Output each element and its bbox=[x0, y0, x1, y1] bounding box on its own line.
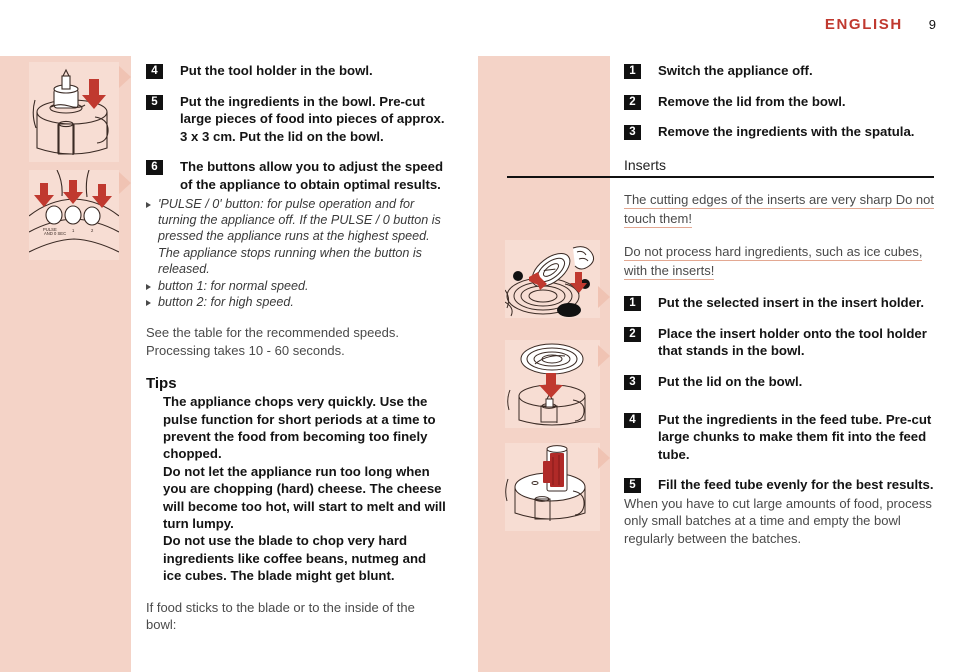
callout-notch-feed-tube bbox=[598, 447, 610, 469]
step-number-badge: 4 bbox=[624, 412, 641, 428]
callout-notch-step-4 bbox=[119, 66, 131, 88]
step-item: 5 Fill the feed tube evenly for the best… bbox=[624, 476, 934, 494]
list-item: 'PULSE / 0' button: for pulse operation … bbox=[146, 196, 446, 278]
warning-dot-icon bbox=[513, 271, 523, 281]
callout-notch-insert-warning bbox=[598, 286, 610, 308]
triangle-bullet-icon bbox=[146, 201, 151, 208]
step-number-badge: 2 bbox=[624, 326, 641, 342]
tip-item: Do not let the appliance run too long wh… bbox=[163, 463, 446, 532]
svg-text:1: 1 bbox=[72, 228, 75, 233]
step-text: Put the lid on the bowl. bbox=[658, 374, 803, 390]
step-item: 4 Put the ingredients in the feed tube. … bbox=[624, 411, 934, 464]
step-number-badge: 3 bbox=[624, 125, 641, 141]
section-divider bbox=[507, 175, 934, 179]
list-item: button 2: for high speed. bbox=[146, 294, 446, 310]
step-item: 1 Switch the appliance off. bbox=[624, 62, 934, 80]
speeds-note: See the table for the recommended speeds… bbox=[146, 325, 399, 358]
bullet-text: button 1: for normal speed. bbox=[158, 278, 309, 293]
step-number-badge: 5 bbox=[146, 94, 163, 110]
step-item: 1 Put the selected insert in the insert … bbox=[624, 294, 934, 312]
svg-text:AND 0 SEC: AND 0 SEC bbox=[44, 231, 66, 236]
step-item: 6 The buttons allow you to adjust the sp… bbox=[146, 158, 446, 193]
step-item: 3 Put the lid on the bowl. bbox=[624, 373, 934, 391]
illustration-tool-holder-in-bowl bbox=[29, 62, 119, 162]
svg-text:2: 2 bbox=[91, 228, 94, 233]
step-text: Put the ingredients in the bowl. Pre-cut… bbox=[180, 93, 445, 144]
step-number-badge: 2 bbox=[624, 94, 641, 110]
step-item: 5 Put the ingredients in the bowl. Pre-c… bbox=[146, 93, 446, 146]
step-text: Put the selected insert in the insert ho… bbox=[658, 295, 925, 311]
step-text: Put the tool holder in the bowl. bbox=[180, 63, 373, 78]
step-number-badge: 3 bbox=[624, 375, 641, 391]
illustration-hand-holding-insert bbox=[505, 240, 600, 318]
warning-text: The cutting edges of the inserts are ver… bbox=[624, 190, 935, 229]
food-in-feed-tube bbox=[543, 453, 564, 487]
step-number-badge: 4 bbox=[146, 64, 163, 79]
left-closing-note: If food sticks to the blade or to the in… bbox=[146, 599, 415, 633]
right-text-column: 1 Switch the appliance off. 2 Remove the… bbox=[507, 62, 935, 547]
red-down-arrow-icon bbox=[82, 79, 106, 109]
step-number-badge: 1 bbox=[624, 296, 641, 312]
page-header: ENGLISH 9 bbox=[825, 16, 936, 33]
step-item: 2 Remove the lid from the bowl. bbox=[624, 93, 934, 111]
list-item: button 1: for normal speed. bbox=[146, 278, 446, 294]
step-text: Remove the lid from the bowl. bbox=[658, 93, 846, 109]
bullet-text: button 2: for high speed. bbox=[158, 295, 294, 309]
red-down-arrow-icon bbox=[34, 180, 112, 208]
illustration-feed-tube-filled bbox=[505, 443, 600, 531]
page-number: 9 bbox=[928, 17, 936, 32]
triangle-bullet-icon bbox=[146, 283, 151, 290]
right-closing-note: When you have to cut large amounts of fo… bbox=[624, 496, 932, 546]
tip-item: The appliance chops very quickly. Use th… bbox=[163, 394, 436, 462]
callout-notch-step-6 bbox=[119, 172, 131, 194]
step-item: 2 Place the insert holder onto the tool … bbox=[624, 325, 934, 360]
speed-bullet-list: 'PULSE / 0' button: for pulse operation … bbox=[146, 196, 446, 311]
step-number-badge: 6 bbox=[146, 160, 163, 176]
warning-text-underlined: Do not process hard ingredients, such as… bbox=[624, 244, 923, 281]
callout-notch-insert-step-2 bbox=[598, 345, 610, 367]
tips-heading: Tips bbox=[146, 375, 177, 393]
left-text-column: 4 Put the tool holder in the bowl. 5 Put… bbox=[146, 62, 446, 634]
triangle-bullet-icon bbox=[146, 300, 151, 306]
step-number-badge: 5 bbox=[624, 478, 641, 494]
step-item: 4 Put the tool holder in the bowl. bbox=[146, 62, 446, 80]
illustration-control-buttons: PULSE AND 0 SEC 1 2 bbox=[29, 170, 119, 260]
step-text: The buttons allow you to adjust the spee… bbox=[180, 159, 444, 192]
section-heading-inserts: Inserts bbox=[624, 156, 667, 173]
step-number-badge: 1 bbox=[624, 64, 641, 79]
step-item: 3 Remove the ingredients with the spatul… bbox=[624, 123, 934, 141]
language-label: ENGLISH bbox=[824, 16, 903, 33]
bullet-text: 'PULSE / 0' button: for pulse operation … bbox=[158, 196, 441, 277]
step-text: Remove the ingredients with the spatula. bbox=[658, 124, 915, 140]
warning-text: Do not process hard ingredients, such as… bbox=[624, 242, 934, 281]
step-text: Switch the appliance off. bbox=[658, 63, 813, 78]
warning-text-underlined: The cutting edges of the inserts are ver… bbox=[624, 192, 935, 229]
illustration-insert-holder-onto-tool-holder bbox=[505, 340, 600, 428]
step-text: Put the ingredients in the feed tube. Pr… bbox=[658, 411, 932, 462]
step-text: Fill the feed tube evenly for the best r… bbox=[658, 477, 934, 493]
red-down-arrow-icon bbox=[539, 373, 563, 398]
tip-item: Do not use the blade to chop very hard i… bbox=[163, 533, 427, 584]
step-text: Place the insert holder onto the tool ho… bbox=[658, 325, 927, 359]
blade-hatch-icon bbox=[557, 303, 581, 317]
